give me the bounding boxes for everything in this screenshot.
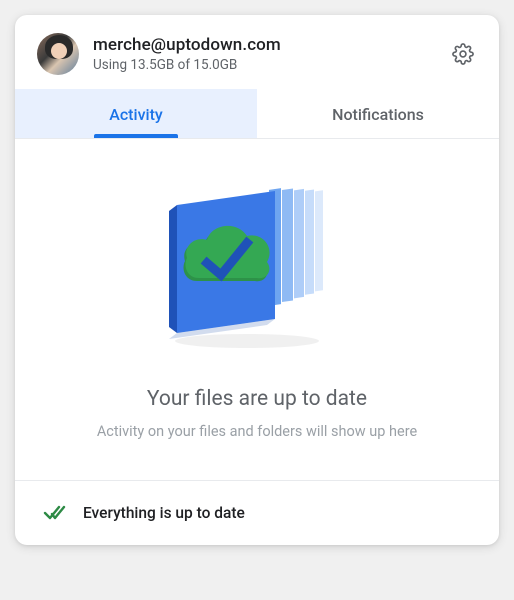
drive-status-panel: merche@uptodown.com Using 13.5GB of 15.0… [15,15,499,545]
gear-icon [452,43,474,65]
sync-illustration [147,179,367,359]
tab-activity[interactable]: Activity [15,89,257,138]
content-subtext: Activity on your files and folders will … [39,423,475,440]
storage-usage: Using 13.5GB of 15.0GB [93,57,449,73]
account-email: merche@uptodown.com [93,35,449,55]
account-header: merche@uptodown.com Using 13.5GB of 15.0… [15,15,499,89]
status-text: Everything is up to date [83,504,245,522]
status-footer: Everything is up to date [15,480,499,545]
avatar[interactable] [37,33,79,75]
content-heading: Your files are up to date [39,387,475,411]
tab-activity-label: Activity [109,105,163,124]
double-check-icon [43,501,67,525]
activity-content: Your files are up to date Activity on yo… [15,139,499,480]
tab-notifications-label: Notifications [332,105,424,124]
account-info: merche@uptodown.com Using 13.5GB of 15.0… [93,35,449,73]
tabs: Activity Notifications [15,89,499,139]
tab-notifications[interactable]: Notifications [257,89,499,138]
settings-button[interactable] [449,40,477,68]
